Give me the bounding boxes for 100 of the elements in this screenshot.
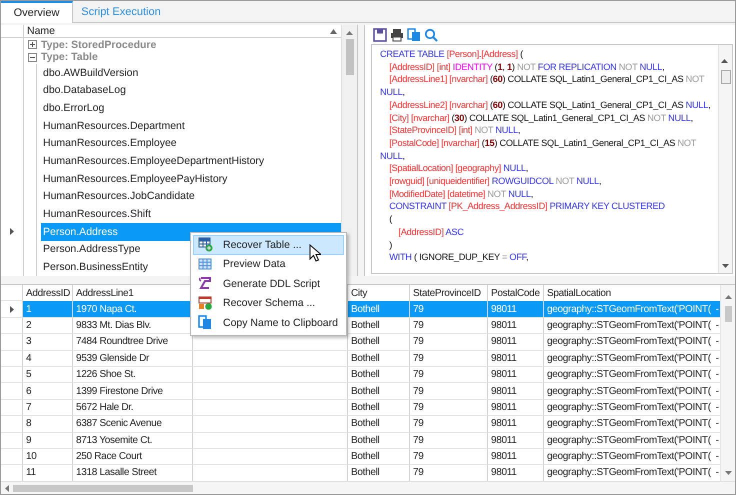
table-cell: 1 [23, 301, 73, 318]
code-line: ) [388, 238, 394, 252]
scroll-left-icon[interactable] [5, 484, 9, 492]
table-cell: 98011 [488, 416, 544, 433]
tree-item[interactable]: HumanResources.JobCandidate [41, 188, 341, 206]
code-line: [rowguid] [uniqueidentifier] ROWGUIDCOL NOT NULL, [388, 175, 602, 188]
code-line: ( [388, 213, 394, 226]
code-line: CREATE TABLE [Person].[Address] ( [380, 48, 524, 61]
table-cell: Bothell [348, 416, 410, 433]
row-indicator-icon [8, 304, 16, 315]
tree-item[interactable]: HumanResources.EmployeePayHistory [41, 170, 341, 188]
tree-item[interactable]: dbo.AWBuildVersion [41, 64, 341, 82]
table-cell: 9539 Glenside Dr [73, 350, 193, 367]
table-cell: Bothell [348, 318, 410, 334]
menu-item[interactable]: Recover Table ... [193, 235, 344, 254]
table-cell: 1970 Napa Ct. [73, 301, 193, 318]
table-cell: Bothell [348, 334, 410, 351]
table-cell: 4 [23, 350, 73, 367]
table-cell: 7 [23, 400, 73, 416]
print-icon[interactable] [390, 28, 404, 42]
table-cell: geography::STGeomFromText('POINT( - [544, 301, 720, 318]
column-header[interactable]: Name [24, 25, 330, 38]
menu-item[interactable]: Preview Data [193, 254, 344, 274]
table-cell: 8 [23, 416, 73, 433]
mouse-pointer-icon [309, 244, 321, 262]
table-cell: 98011 [488, 383, 544, 400]
scroll-down-icon[interactable] [722, 264, 729, 268]
copy-icon[interactable] [407, 28, 421, 42]
table-cell: 2 [23, 318, 73, 334]
code-line: [AddressLine2] [nvarchar] (60) COLLATE SQL_Latin1_General_CP1_CI_AS NULL, [388, 98, 712, 112]
scroll-thumb[interactable] [720, 70, 730, 84]
scroll-up-icon[interactable] [720, 59, 728, 63]
table-cell: Bothell [348, 383, 410, 400]
tab[interactable]: Overview [1, 1, 73, 23]
tree-item[interactable]: HumanResources.Employee [41, 134, 341, 152]
table-cell: 8713 Yosemite Ct. [73, 432, 193, 449]
search-icon[interactable] [424, 28, 438, 42]
table-cell: 98011 [488, 301, 544, 318]
table-cell: 7484 Roundtree Drive [73, 334, 193, 351]
code-line: CONSTRAINT [PK_Address_AddressID] PRIMARY KEY CLUSTERED [388, 200, 666, 214]
schema-icon [198, 296, 213, 311]
table-cell: Bothell [348, 366, 410, 384]
table-cell: 79 [410, 366, 488, 384]
copy-icon [198, 315, 213, 330]
grid-icon [198, 256, 213, 272]
menu-item[interactable]: Generate DDL Script [193, 274, 344, 294]
table-add-icon [198, 237, 213, 252]
code-line: [PostalCode] [nvarchar] (15) COLLATE SQL_Latin1_General_CP1_CI_AS NOT NULL, [380, 136, 698, 162]
table-cell: 98011 [488, 334, 544, 351]
scroll-down-icon[interactable] [724, 471, 732, 475]
tree-item[interactable]: HumanResources.Department [41, 116, 341, 134]
table-cell: Bothell [348, 448, 410, 466]
table-cell: 5 [23, 366, 73, 384]
table-cell: Bothell [348, 432, 410, 449]
script-icon [198, 276, 213, 292]
save-icon[interactable] [373, 28, 387, 42]
expander-icon[interactable] [28, 52, 37, 62]
scroll-up-icon[interactable] [724, 295, 732, 299]
code-line: WITH ( IGNORE_DUP_KEY = OFF, [388, 251, 530, 264]
scroll-thumb[interactable] [346, 39, 354, 75]
menu-item[interactable]: Recover Schema ... [193, 294, 344, 313]
table-cell: 1399 Firestone Drive [73, 383, 193, 400]
tree-item[interactable]: dbo.DatabaseLog [41, 81, 341, 100]
table-cell: 9 [23, 432, 73, 449]
table-cell: 98011 [488, 350, 544, 367]
table-cell: 98011 [488, 366, 544, 384]
sort-arrow-icon[interactable] [330, 28, 337, 34]
scroll-thumb[interactable] [724, 306, 732, 322]
table-cell: Bothell [348, 301, 410, 318]
row-indicator-icon [8, 226, 16, 238]
table-cell: 98011 [488, 400, 544, 416]
table-cell: 98011 [488, 432, 544, 449]
code-line: [AddressLine1] [nvarchar] (60) COLLATE SQL_Latin1_General_CP1_CI_AS NOT NULL, [380, 73, 706, 99]
scroll-thumb[interactable] [13, 484, 193, 492]
table-cell: 6387 Scenic Avenue [73, 416, 193, 433]
code-line: [AddressID] ASC [397, 226, 465, 239]
table-cell: 79 [410, 416, 488, 433]
menu-item[interactable]: Copy Name to Clipboard [193, 313, 344, 332]
tree-item[interactable]: HumanResources.Shift [41, 205, 341, 223]
code-line: [StateProvinceID] [int] NOT NULL, [388, 124, 522, 137]
table-cell: 79 [410, 350, 488, 367]
tree-item[interactable]: HumanResources.EmployeeDepartmentHistory [41, 152, 341, 170]
code-line: [SpatialLocation] [geography] NULL, [388, 162, 530, 176]
table-cell: 3 [23, 334, 73, 351]
tree-item[interactable]: dbo.ErrorLog [41, 99, 341, 117]
table-cell: 79 [410, 334, 488, 351]
scroll-up-icon[interactable] [346, 31, 353, 35]
table-cell: 79 [410, 301, 488, 318]
table-cell: 1226 Shoe St. [73, 366, 193, 384]
table-cell: 10 [23, 448, 73, 466]
table-cell: 6 [23, 383, 73, 400]
table-cell: 79 [410, 448, 488, 466]
table-cell: 250 Race Court [73, 448, 193, 466]
table-cell: 79 [410, 400, 488, 416]
table-cell: 79 [410, 432, 488, 449]
table-cell: 79 [410, 383, 488, 400]
code-line: [ModifiedDate] [datetime] NOT NULL, [388, 188, 534, 200]
expander-icon[interactable] [28, 40, 37, 50]
table-cell: Bothell [348, 350, 410, 367]
table-cell: 5672 Hale Dr. [73, 400, 193, 416]
